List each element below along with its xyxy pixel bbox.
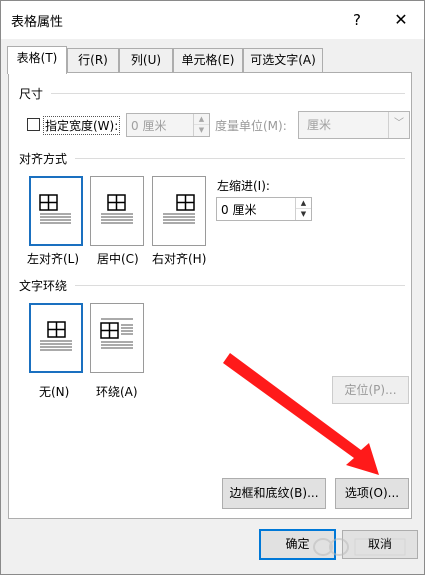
tab-table[interactable]: 表格(T) — [7, 46, 67, 74]
annotation-arrow-icon — [223, 353, 379, 475]
table-properties-dialog: 表格属性 ? ✕ 表格(T) 行(R) 列(U) 单元格(E) 可选文字(A) … — [0, 0, 425, 575]
watermark-logo-icon — [313, 538, 406, 556]
